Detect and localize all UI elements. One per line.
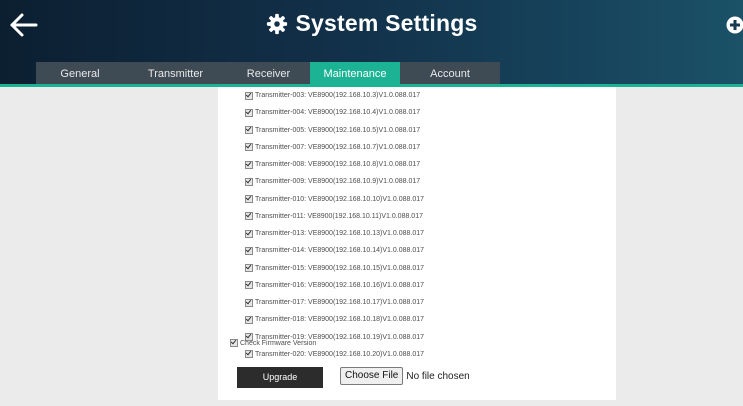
transmitter-label: Transmitter-016: VE8900(192.168.10.16)V1…	[255, 281, 425, 289]
tab-receiver[interactable]: Receiver	[227, 62, 310, 86]
transmitter-label: Transmitter-017: VE8900(192.168.10.17)V1…	[255, 299, 425, 307]
transmitter-row: Transmitter-007: VE8900(192.168.10.7)V1.…	[245, 139, 424, 156]
transmitter-label: Transmitter-013: VE8900(192.168.10.13)V1…	[255, 230, 425, 238]
tab-transmitter[interactable]: Transmitter	[124, 62, 227, 86]
transmitter-checkbox[interactable]	[245, 298, 253, 307]
maintenance-panel: Transmitter-003: VE8900(192.168.10.3)V1.…	[218, 87, 616, 400]
transmitter-row: Transmitter-013: VE8900(192.168.10.13)V1…	[245, 225, 424, 242]
transmitter-label: Transmitter-015: VE8900(192.168.10.15)V1…	[255, 264, 425, 272]
transmitter-label: Transmitter-004: VE8900(192.168.10.4)V1.…	[255, 109, 421, 117]
file-picker: Choose File No file chosen	[340, 367, 470, 385]
transmitter-label: Transmitter-008: VE8900(192.168.10.8)V1.…	[255, 161, 421, 169]
tab-general[interactable]: General	[36, 62, 124, 86]
tab-maintenance[interactable]: Maintenance	[310, 62, 400, 86]
check-firmware-row: Check Firmware Version	[230, 339, 316, 347]
transmitter-row: Transmitter-018: VE8900(192.168.10.18)V1…	[245, 311, 424, 328]
transmitter-label: Transmitter-014: VE8900(192.168.10.14)V1…	[255, 247, 425, 255]
transmitter-checkbox[interactable]	[245, 315, 253, 324]
transmitter-label: Transmitter-009: VE8900(192.168.10.9)V1.…	[255, 178, 421, 186]
tab-bar: General Transmitter Receiver Maintenance…	[36, 62, 500, 86]
transmitter-checkbox[interactable]	[245, 246, 253, 255]
transmitter-row: Transmitter-008: VE8900(192.168.10.8)V1.…	[245, 156, 424, 173]
transmitter-label: Transmitter-005: VE8900(192.168.10.5)V1.…	[255, 126, 421, 134]
transmitter-row: Transmitter-015: VE8900(192.168.10.15)V1…	[245, 260, 424, 277]
transmitter-label: Transmitter-010: VE8900(192.168.10.10)V1…	[255, 195, 425, 203]
gear-icon	[266, 13, 287, 34]
transmitter-checkbox[interactable]	[245, 91, 253, 100]
check-firmware-checkbox[interactable]	[230, 339, 238, 347]
plus-circle-icon	[726, 16, 743, 34]
transmitter-checkbox[interactable]	[245, 195, 253, 204]
transmitter-checkbox[interactable]	[245, 108, 253, 117]
transmitter-label: Transmitter-003: VE8900(192.168.10.3)V1.…	[255, 92, 421, 100]
transmitter-row: Transmitter-010: VE8900(192.168.10.10)V1…	[245, 191, 424, 208]
transmitter-row: Transmitter-011: VE8900(192.168.10.11)V1…	[245, 208, 424, 225]
transmitter-label: Transmitter-011: VE8900(192.168.10.11)V1…	[255, 212, 423, 220]
transmitter-checkbox[interactable]	[245, 264, 253, 273]
file-status: No file chosen	[406, 370, 470, 382]
transmitter-row: Transmitter-014: VE8900(192.168.10.14)V1…	[245, 242, 424, 259]
page-title: System Settings	[295, 10, 478, 36]
page-title-container: System Settings	[0, 10, 743, 41]
transmitter-row: Transmitter-003: VE8900(192.168.10.3)V1.…	[245, 87, 424, 104]
upgrade-button[interactable]: Upgrade	[237, 367, 323, 388]
add-button[interactable]	[726, 16, 743, 34]
transmitter-checkbox[interactable]	[245, 212, 253, 221]
transmitter-row: Transmitter-020: VE8900(192.168.10.20)V1…	[245, 346, 424, 363]
transmitter-checkbox[interactable]	[245, 229, 253, 238]
transmitter-label: Transmitter-007: VE8900(192.168.10.7)V1.…	[255, 143, 421, 151]
transmitter-checkbox[interactable]	[245, 143, 253, 152]
transmitter-checkbox[interactable]	[245, 281, 253, 290]
transmitter-row: Transmitter-004: VE8900(192.168.10.4)V1.…	[245, 104, 424, 121]
transmitter-checkbox[interactable]	[245, 126, 253, 135]
transmitter-row: Transmitter-009: VE8900(192.168.10.9)V1.…	[245, 173, 424, 190]
transmitter-label: Transmitter-020: VE8900(192.168.10.20)V1…	[255, 350, 425, 358]
choose-file-button[interactable]: Choose File	[340, 367, 404, 385]
transmitter-label: Transmitter-018: VE8900(192.168.10.18)V1…	[255, 316, 425, 324]
header-bar: System Settings General Transmitter Rece…	[0, 0, 743, 86]
transmitter-list: Transmitter-003: VE8900(192.168.10.3)V1.…	[245, 87, 424, 363]
check-firmware-label: Check Firmware Version	[240, 339, 317, 347]
transmitter-row: Transmitter-016: VE8900(192.168.10.16)V1…	[245, 277, 424, 294]
transmitter-row: Transmitter-005: VE8900(192.168.10.5)V1.…	[245, 122, 424, 139]
tab-account[interactable]: Account	[400, 62, 500, 86]
transmitter-row: Transmitter-017: VE8900(192.168.10.17)V1…	[245, 294, 424, 311]
transmitter-checkbox[interactable]	[245, 350, 253, 359]
transmitter-checkbox[interactable]	[245, 177, 253, 186]
transmitter-checkbox[interactable]	[245, 160, 253, 169]
